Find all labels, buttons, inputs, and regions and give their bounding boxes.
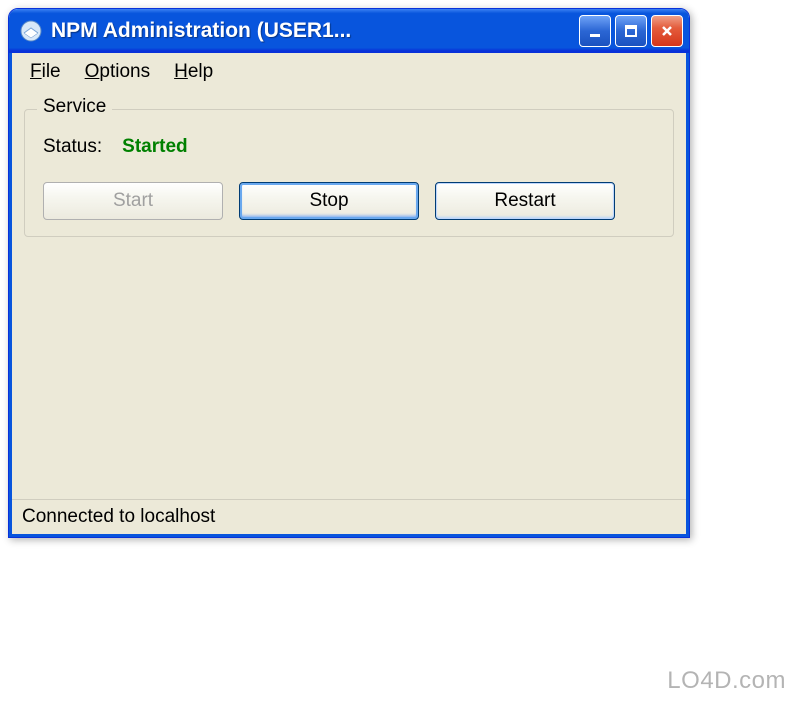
stop-button[interactable]: Stop — [239, 182, 419, 220]
groupbox-title: Service — [37, 96, 112, 118]
statusbar-text: Connected to localhost — [22, 506, 215, 527]
button-row: Start Stop Restart — [39, 182, 659, 220]
window-controls — [579, 15, 683, 47]
window-body: File Options Help Service Status: Starte… — [9, 53, 689, 537]
minimize-button[interactable] — [579, 15, 611, 47]
status-label: Status: — [43, 136, 102, 158]
application-window: NPM Administration (USER1... File Option… — [8, 8, 690, 538]
menu-file[interactable]: File — [20, 59, 71, 85]
watermark: LO4D.com — [667, 667, 786, 695]
titlebar[interactable]: NPM Administration (USER1... — [9, 9, 689, 53]
menubar: File Options Help — [12, 53, 686, 91]
maximize-button[interactable] — [615, 15, 647, 47]
close-button[interactable] — [651, 15, 683, 47]
status-value: Started — [122, 136, 187, 158]
restart-button[interactable]: Restart — [435, 182, 615, 220]
content-area: Service Status: Started Start Stop Resta… — [12, 91, 686, 499]
status-row: Status: Started — [39, 136, 659, 158]
start-button: Start — [43, 182, 223, 220]
app-icon — [19, 19, 43, 43]
service-groupbox: Service Status: Started Start Stop Resta… — [24, 109, 674, 237]
statusbar: Connected to localhost — [12, 499, 686, 534]
menu-options[interactable]: Options — [75, 59, 160, 85]
menu-help[interactable]: Help — [164, 59, 223, 85]
window-title: NPM Administration (USER1... — [51, 19, 579, 43]
